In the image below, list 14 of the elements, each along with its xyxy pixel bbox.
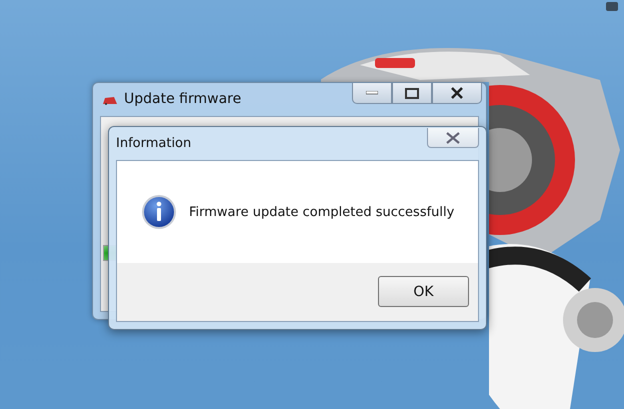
close-icon (445, 132, 461, 144)
mower-icon (102, 96, 118, 105)
info-icon (141, 194, 177, 230)
close-button[interactable] (432, 83, 482, 104)
ok-button[interactable]: OK (378, 276, 469, 307)
maximize-button[interactable] (392, 83, 432, 104)
dialog-title: Information (116, 136, 192, 151)
tray-icon[interactable] (606, 2, 618, 11)
minimize-icon (366, 91, 378, 95)
dialog-message: Firmware update completed successfully (189, 204, 454, 220)
close-icon (450, 87, 464, 99)
maximize-icon (405, 88, 419, 98)
minimize-button[interactable] (352, 83, 392, 104)
window-title: Update firmware (124, 91, 242, 107)
